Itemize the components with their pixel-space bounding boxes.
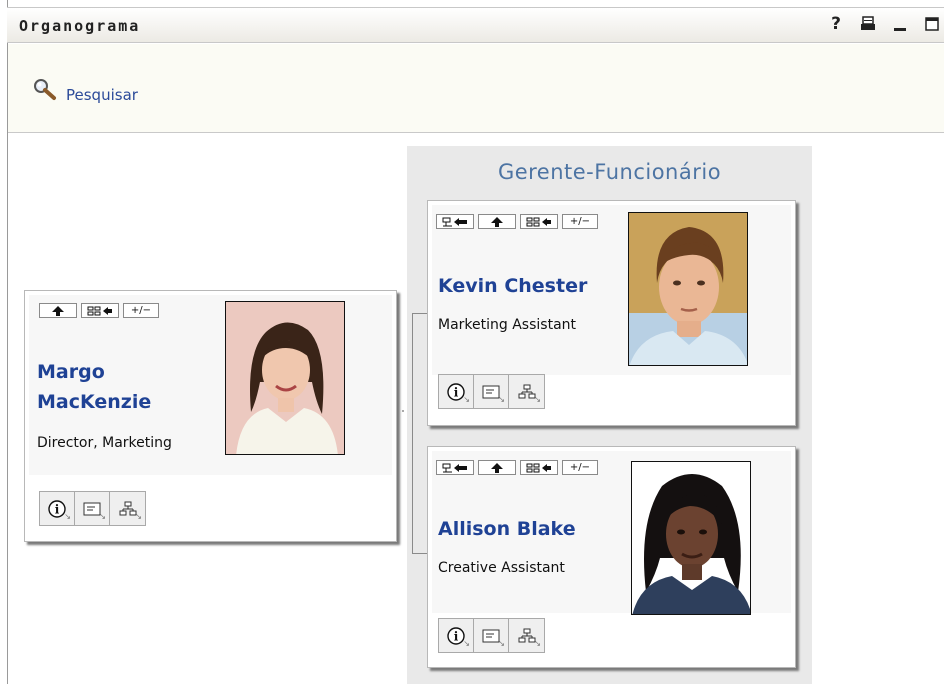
org-connector-dot: [402, 410, 404, 412]
person-name[interactable]: Margo MacKenzie: [37, 357, 151, 417]
up-arrow-icon: [491, 216, 503, 227]
email-button[interactable]: ↘: [75, 492, 110, 525]
titlebar-controls: ?: [828, 14, 940, 34]
org-chart-icon: [518, 628, 535, 642]
person-name[interactable]: Allison Blake: [438, 514, 576, 544]
expand-org-icon: [526, 463, 551, 472]
help-icon[interactable]: ?: [828, 14, 844, 34]
person-name-line2[interactable]: MacKenzie: [37, 387, 151, 417]
person-card-report: +/− Allison Blake Creative Assistant i ↘…: [427, 446, 796, 668]
svg-text:i: i: [454, 385, 459, 399]
portlet-title: Organograma: [19, 17, 141, 35]
up-arrow-icon: [52, 305, 64, 316]
org-connector-branch: [412, 313, 428, 314]
maximize-icon[interactable]: [924, 14, 940, 34]
person-name[interactable]: Kevin Chester: [438, 271, 587, 301]
person-card-focus: +/− Margo MacKenzie Director, Marketing …: [24, 290, 397, 542]
panel-title: Gerente-Funcionário: [497, 160, 722, 184]
info-button[interactable]: i ↘: [439, 619, 474, 652]
expand-org-button[interactable]: [520, 214, 558, 229]
person-title: Director, Marketing: [37, 435, 172, 451]
org-chart-icon: [518, 384, 535, 398]
to-root-button[interactable]: [436, 460, 474, 475]
org-chart-icon: [119, 501, 136, 515]
toggle-button[interactable]: +/−: [562, 460, 598, 475]
portlet-titlebar: Organograma ?: [7, 7, 944, 43]
expand-org-button[interactable]: [81, 303, 119, 318]
info-icon: i: [447, 626, 465, 645]
person-photo: [225, 301, 345, 455]
root-icon: [442, 463, 467, 472]
card-action-buttons: i ↘ ↘ ↘: [438, 374, 545, 409]
root-icon: [442, 217, 467, 226]
person-title: Creative Assistant: [438, 560, 565, 576]
card-nav-buttons: +/−: [436, 214, 598, 229]
email-button[interactable]: ↘: [474, 619, 509, 652]
email-card-icon: [83, 502, 101, 515]
card-action-buttons: i ↘ ↘ ↘: [438, 618, 545, 653]
up-button[interactable]: [478, 214, 516, 229]
info-button[interactable]: i ↘: [40, 492, 75, 525]
email-button[interactable]: ↘: [474, 375, 509, 408]
card-nav-buttons: +/−: [39, 303, 159, 318]
expand-org-icon: [526, 217, 551, 226]
email-card-icon: [482, 629, 500, 642]
person-title: Marketing Assistant: [438, 317, 577, 333]
search-label[interactable]: Pesquisar: [66, 86, 138, 104]
person-name-line1[interactable]: Margo: [37, 357, 151, 387]
up-arrow-icon: [491, 462, 503, 473]
svg-text:i: i: [55, 502, 60, 516]
search-link[interactable]: Pesquisar: [32, 78, 138, 104]
card-nav-buttons: +/−: [436, 460, 598, 475]
svg-text:i: i: [454, 629, 459, 643]
org-connector-branch: [412, 553, 428, 554]
minimize-icon[interactable]: [892, 14, 908, 34]
up-button[interactable]: [39, 303, 77, 318]
info-icon: i: [48, 499, 66, 518]
person-photo: [628, 212, 748, 366]
up-button[interactable]: [478, 460, 516, 475]
person-photo: [631, 461, 751, 615]
org-chart-button[interactable]: ↘: [509, 619, 544, 652]
info-button[interactable]: i ↘: [439, 375, 474, 408]
person-card-report: +/− Kevin Chester Marketing Assistant i …: [427, 200, 796, 426]
org-connector-line: [412, 313, 413, 553]
org-chart-button[interactable]: ↘: [110, 492, 145, 525]
toggle-button[interactable]: +/−: [562, 214, 598, 229]
print-icon[interactable]: [860, 14, 876, 34]
toggle-button[interactable]: +/−: [123, 303, 159, 318]
info-icon: i: [447, 382, 465, 401]
expand-org-icon: [87, 306, 112, 315]
org-chart-button[interactable]: ↘: [509, 375, 544, 408]
search-toolbar: Pesquisar: [8, 44, 944, 133]
to-root-button[interactable]: [436, 214, 474, 229]
expand-org-button[interactable]: [520, 460, 558, 475]
email-card-icon: [482, 385, 500, 398]
card-action-buttons: i ↘ ↘ ↘: [39, 491, 146, 526]
magnifier-icon: [34, 79, 56, 100]
